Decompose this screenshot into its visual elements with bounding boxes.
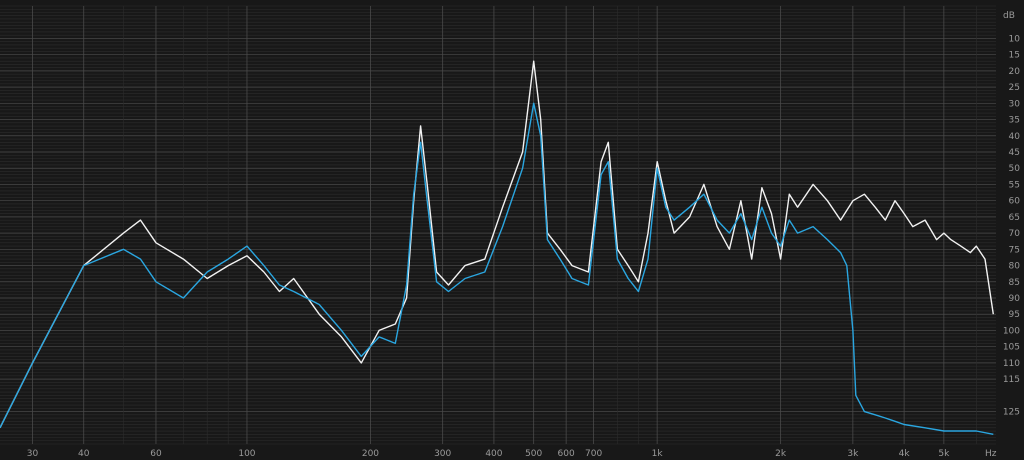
x-tick-label: 5k xyxy=(938,449,950,459)
y-tick-label: 90 xyxy=(1009,294,1021,304)
x-tick-label: 3k xyxy=(847,449,859,459)
y-tick-label: 105 xyxy=(1003,343,1020,353)
y-tick-label: 55 xyxy=(1009,180,1020,190)
x-tick-label: 60 xyxy=(150,449,162,459)
y-tick-label: 10 xyxy=(1009,34,1021,44)
y-tick-label: 115 xyxy=(1003,375,1020,385)
y-tick-label: 60 xyxy=(1009,197,1021,207)
y-unit-label: dB xyxy=(1003,11,1015,21)
y-tick-label: 125 xyxy=(1003,408,1020,418)
y-tick-label: 50 xyxy=(1009,164,1021,174)
x-tick-label: 300 xyxy=(434,449,451,459)
y-tick-label: 40 xyxy=(1009,132,1021,142)
x-tick-label: 200 xyxy=(362,449,379,459)
y-tick-label: 110 xyxy=(1003,359,1020,369)
y-tick-label: 35 xyxy=(1009,116,1020,126)
x-tick-label: 400 xyxy=(485,449,502,459)
x-tick-label: 40 xyxy=(78,449,90,459)
y-tick-label: 20 xyxy=(1009,67,1021,77)
y-tick-label: 15 xyxy=(1009,51,1020,61)
x-tick-label: 4k xyxy=(899,449,911,459)
x-tick-label: 1k xyxy=(652,449,664,459)
x-tick-label: 500 xyxy=(525,449,542,459)
y-tick-label: 80 xyxy=(1009,262,1021,272)
x-tick-label: 100 xyxy=(238,449,255,459)
x-unit-label: Hz xyxy=(985,449,997,459)
x-tick-label: 30 xyxy=(27,449,39,459)
y-tick-label: 25 xyxy=(1009,83,1020,93)
x-tick-label: 2k xyxy=(775,449,787,459)
x-tick-label: 700 xyxy=(585,449,602,459)
x-tick-label: 600 xyxy=(558,449,575,459)
y-tick-label: 65 xyxy=(1009,213,1020,223)
y-tick-label: 85 xyxy=(1009,278,1020,288)
y-tick-label: 70 xyxy=(1009,229,1021,239)
y-tick-label: 45 xyxy=(1009,148,1020,158)
spectrum-analyzer-plot: 30 40 60 100 200 300 400 500 600 700 1k 2k 3k 4k 5k 10… xyxy=(0,0,1024,460)
y-tick-label: 100 xyxy=(1003,326,1020,336)
y-tick-label: 75 xyxy=(1009,245,1020,255)
y-tick-label: 30 xyxy=(1009,99,1021,109)
y-tick-label: 95 xyxy=(1009,310,1020,320)
